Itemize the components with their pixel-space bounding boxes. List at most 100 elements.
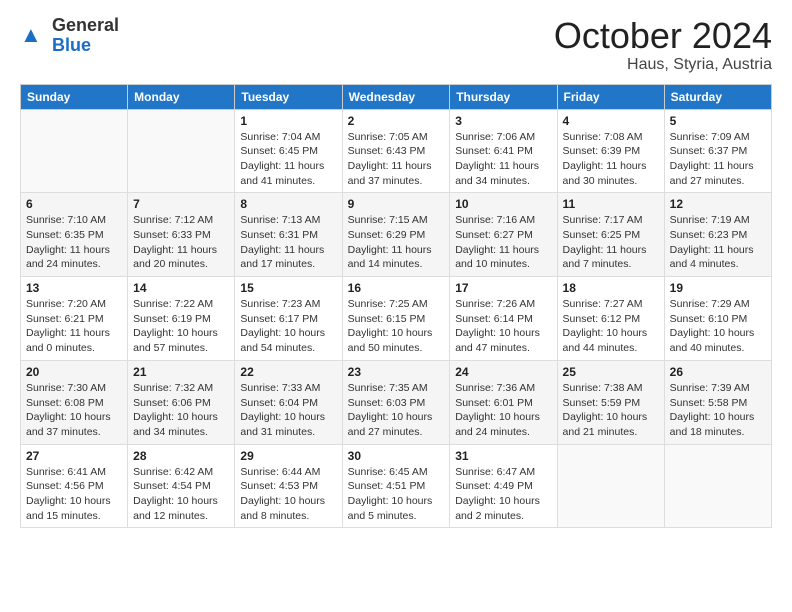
day-info: Sunrise: 7:39 AM Sunset: 5:58 PM Dayligh…: [670, 381, 766, 440]
calendar-cell: 10 Sunrise: 7:16 AM Sunset: 6:27 PM Dayli…: [450, 193, 557, 277]
day-number: 24: [455, 365, 551, 379]
day-number: 8: [240, 197, 336, 211]
calendar-cell: 1Sunrise: 7:04 AM Sunset: 6:45 PM Daylig…: [235, 109, 342, 193]
calendar-cell: 3Sunrise: 7:06 AM Sunset: 6:41 PM Daylig…: [450, 109, 557, 193]
calendar-cell: 14Sunrise: 7:22 AM Sunset: 6:19 PM Dayli…: [128, 277, 235, 361]
day-number: 16: [348, 281, 445, 295]
day-number: 25: [563, 365, 659, 379]
calendar-cell: 30 Sunrise: 6:45 AM Sunset: 4:51 PM Dayli…: [342, 444, 450, 528]
day-info: Sunrise: 7:22 AM Sunset: 6:19 PM Dayligh…: [133, 297, 229, 356]
day-number: 28: [133, 449, 229, 463]
day-info: Sunrise: 7:25 AM Sunset: 6:15 PM Dayligh…: [348, 297, 445, 356]
day-info: Sunrise: 7:12 AM Sunset: 6:33 PM Dayligh…: [133, 213, 229, 272]
day-info: Sunrise: 7:36 AM Sunset: 6:01 PM Dayligh…: [455, 381, 551, 440]
day-number: 23: [348, 365, 445, 379]
calendar-cell: 13 Sunrise: 7:20 AM Sunset: 6:21 PM Dayli…: [21, 277, 128, 361]
day-info: Sunrise: 7:20 AM Sunset: 6:21 PM Dayligh…: [26, 297, 122, 356]
calendar-cell: 7 Sunrise: 7:12 AM Sunset: 6:33 PM Daylig…: [128, 193, 235, 277]
calendar-cell: 24 Sunrise: 7:36 AM Sunset: 6:01 PM Dayli…: [450, 360, 557, 444]
calendar-cell: 21 Sunrise: 7:32 AM Sunset: 6:06 PM Dayli…: [128, 360, 235, 444]
day-info: Sunrise: 7:16 AM Sunset: 6:27 PM Dayligh…: [455, 213, 551, 272]
day-number: 12: [670, 197, 766, 211]
calendar-week-row: 1Sunrise: 7:04 AM Sunset: 6:45 PM Daylig…: [21, 109, 772, 193]
month-title: October 2024: [554, 16, 772, 56]
day-number: 19: [670, 281, 766, 295]
day-info: Sunrise: 6:42 AM Sunset: 4:54 PM Dayligh…: [133, 465, 229, 524]
day-info: Sunrise: 6:44 AM Sunset: 4:53 PM Dayligh…: [240, 465, 336, 524]
day-number: 15: [240, 281, 336, 295]
calendar-header-row: SundayMondayTuesdayWednesdayThursdayFrid…: [21, 84, 772, 109]
day-info: Sunrise: 7:23 AM Sunset: 6:17 PM Dayligh…: [240, 297, 336, 356]
calendar-cell: 20Sunrise: 7:30 AM Sunset: 6:08 PM Dayli…: [21, 360, 128, 444]
day-info: Sunrise: 7:13 AM Sunset: 6:31 PM Dayligh…: [240, 213, 336, 272]
calendar-cell: 25 Sunrise: 7:38 AM Sunset: 5:59 PM Dayli…: [557, 360, 664, 444]
day-info: Sunrise: 7:26 AM Sunset: 6:14 PM Dayligh…: [455, 297, 551, 356]
calendar-header-sunday: Sunday: [21, 84, 128, 109]
day-number: 21: [133, 365, 229, 379]
day-number: 6: [26, 197, 122, 211]
calendar-cell: 9 Sunrise: 7:15 AM Sunset: 6:29 PM Daylig…: [342, 193, 450, 277]
calendar-cell: 4Sunrise: 7:08 AM Sunset: 6:39 PM Daylig…: [557, 109, 664, 193]
day-info: Sunrise: 6:47 AM Sunset: 4:49 PM Dayligh…: [455, 465, 551, 524]
day-number: 30: [348, 449, 445, 463]
day-info: Sunrise: 7:32 AM Sunset: 6:06 PM Dayligh…: [133, 381, 229, 440]
calendar-cell: 31 Sunrise: 6:47 AM Sunset: 4:49 PM Dayli…: [450, 444, 557, 528]
day-number: 18: [563, 281, 659, 295]
day-number: 3: [455, 114, 551, 128]
calendar-cell: 11Sunrise: 7:17 AM Sunset: 6:25 PM Dayli…: [557, 193, 664, 277]
calendar-cell: [21, 109, 128, 193]
calendar-cell: 18 Sunrise: 7:27 AM Sunset: 6:12 PM Dayli…: [557, 277, 664, 361]
day-number: 22: [240, 365, 336, 379]
day-number: 20: [26, 365, 122, 379]
day-number: 13: [26, 281, 122, 295]
day-info: Sunrise: 7:35 AM Sunset: 6:03 PM Dayligh…: [348, 381, 445, 440]
day-number: 9: [348, 197, 445, 211]
day-info: Sunrise: 7:29 AM Sunset: 6:10 PM Dayligh…: [670, 297, 766, 356]
header: ▲ General Blue October 2024 Haus, Styria…: [20, 16, 772, 74]
day-info: Sunrise: 7:38 AM Sunset: 5:59 PM Dayligh…: [563, 381, 659, 440]
day-info: Sunrise: 6:45 AM Sunset: 4:51 PM Dayligh…: [348, 465, 445, 524]
calendar-table: SundayMondayTuesdayWednesdayThursdayFrid…: [20, 84, 772, 529]
day-number: 26: [670, 365, 766, 379]
day-number: 27: [26, 449, 122, 463]
day-number: 31: [455, 449, 551, 463]
svg-text:▲: ▲: [20, 22, 42, 47]
calendar-week-row: 13 Sunrise: 7:20 AM Sunset: 6:21 PM Dayli…: [21, 277, 772, 361]
day-info: Sunrise: 7:19 AM Sunset: 6:23 PM Dayligh…: [670, 213, 766, 272]
page: ▲ General Blue October 2024 Haus, Styria…: [0, 0, 792, 612]
calendar-cell: 23 Sunrise: 7:35 AM Sunset: 6:03 PM Dayli…: [342, 360, 450, 444]
day-number: 7: [133, 197, 229, 211]
day-number: 2: [348, 114, 445, 128]
day-info: Sunrise: 7:10 AM Sunset: 6:35 PM Dayligh…: [26, 213, 122, 272]
calendar-cell: 17 Sunrise: 7:26 AM Sunset: 6:14 PM Dayli…: [450, 277, 557, 361]
logo: ▲ General Blue: [20, 16, 119, 56]
calendar-cell: 2 Sunrise: 7:05 AM Sunset: 6:43 PM Daylig…: [342, 109, 450, 193]
calendar-cell: [128, 109, 235, 193]
logo-icon: ▲: [20, 22, 48, 50]
calendar-cell: 8 Sunrise: 7:13 AM Sunset: 6:31 PM Daylig…: [235, 193, 342, 277]
calendar-week-row: 6 Sunrise: 7:10 AM Sunset: 6:35 PM Daylig…: [21, 193, 772, 277]
calendar-header-saturday: Saturday: [664, 84, 771, 109]
logo-blue: Blue: [52, 36, 119, 56]
day-info: Sunrise: 7:08 AM Sunset: 6:39 PM Dayligh…: [563, 130, 659, 189]
calendar-cell: 12 Sunrise: 7:19 AM Sunset: 6:23 PM Dayli…: [664, 193, 771, 277]
day-number: 17: [455, 281, 551, 295]
day-number: 10: [455, 197, 551, 211]
day-number: 11: [563, 197, 659, 211]
day-number: 5: [670, 114, 766, 128]
calendar-cell: 28 Sunrise: 6:42 AM Sunset: 4:54 PM Dayli…: [128, 444, 235, 528]
day-info: Sunrise: 7:27 AM Sunset: 6:12 PM Dayligh…: [563, 297, 659, 356]
day-number: 1: [240, 114, 336, 128]
calendar-cell: 27Sunrise: 6:41 AM Sunset: 4:56 PM Dayli…: [21, 444, 128, 528]
calendar-week-row: 20Sunrise: 7:30 AM Sunset: 6:08 PM Dayli…: [21, 360, 772, 444]
calendar-cell: 22Sunrise: 7:33 AM Sunset: 6:04 PM Dayli…: [235, 360, 342, 444]
title-block: October 2024 Haus, Styria, Austria: [554, 16, 772, 74]
day-info: Sunrise: 7:05 AM Sunset: 6:43 PM Dayligh…: [348, 130, 445, 189]
calendar-cell: [664, 444, 771, 528]
calendar-header-wednesday: Wednesday: [342, 84, 450, 109]
calendar-cell: [557, 444, 664, 528]
calendar-cell: 16 Sunrise: 7:25 AM Sunset: 6:15 PM Dayli…: [342, 277, 450, 361]
day-info: Sunrise: 7:15 AM Sunset: 6:29 PM Dayligh…: [348, 213, 445, 272]
calendar-cell: 6 Sunrise: 7:10 AM Sunset: 6:35 PM Daylig…: [21, 193, 128, 277]
calendar-header-thursday: Thursday: [450, 84, 557, 109]
